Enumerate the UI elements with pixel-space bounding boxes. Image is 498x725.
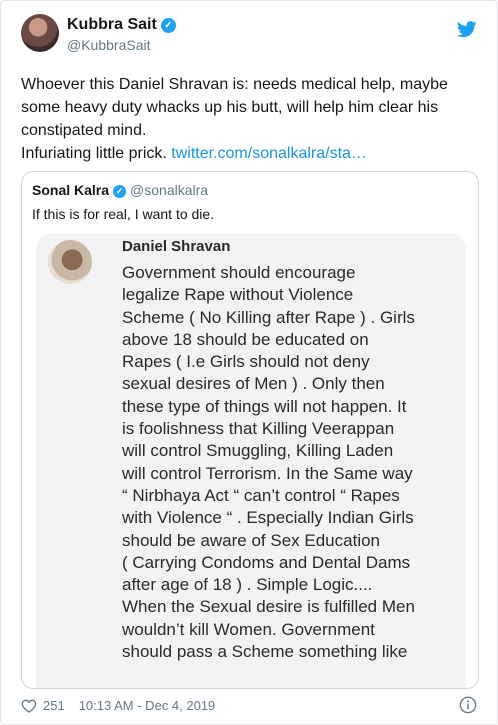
quoted-author[interactable]: Sonal Kalra ✓ @sonalkalra [32, 182, 208, 198]
author-name[interactable]: Kubbra Sait ✓ [67, 16, 176, 34]
verified-badge-icon: ✓ [113, 185, 127, 198]
poster-avatar [48, 240, 92, 284]
quoted-text: If this is for real, I want to die. [32, 206, 215, 222]
quoted-tweet[interactable]: Sonal Kalra ✓ @sonalkalra If this is for r… [21, 171, 479, 689]
tweet-text-line: Whoever this Daniel Shravan is: needs me… [21, 76, 448, 139]
author-handle[interactable]: @KubbraSait [67, 37, 150, 53]
tweet-footer: 251 10:13 AM - Dec 4, 2019 [21, 698, 215, 713]
quoted-image[interactable]: Daniel Shravan Government should encoura… [36, 234, 466, 688]
timestamp[interactable]: 10:13 AM - Dec 4, 2019 [79, 698, 216, 713]
quoted-author-name[interactable]: Sonal Kalra [32, 182, 109, 198]
avatar[interactable] [21, 14, 59, 52]
info-icon[interactable] [459, 696, 477, 714]
tweet-card: Kubbra Sait ✓ @KubbraSait Whoever this Da… [0, 0, 498, 725]
heart-icon[interactable] [21, 699, 37, 713]
tweet-link[interactable]: twitter.com/sonalkalra/sta… [171, 145, 367, 162]
quoted-author-handle[interactable]: @sonalkalra [130, 182, 208, 198]
tweet-text: Whoever this Daniel Shravan is: needs me… [21, 73, 481, 165]
tweet-text-line-2: Infuriating little prick. twitter.com/so… [21, 145, 367, 162]
author-name-text[interactable]: Kubbra Sait [67, 16, 157, 33]
twitter-bird-icon[interactable] [457, 21, 477, 38]
like-count[interactable]: 251 [43, 698, 65, 713]
poster-text: Government should encourage legalize Rap… [122, 263, 415, 662]
poster-name: Daniel Shravan [122, 238, 231, 255]
verified-badge-icon: ✓ [160, 18, 176, 33]
